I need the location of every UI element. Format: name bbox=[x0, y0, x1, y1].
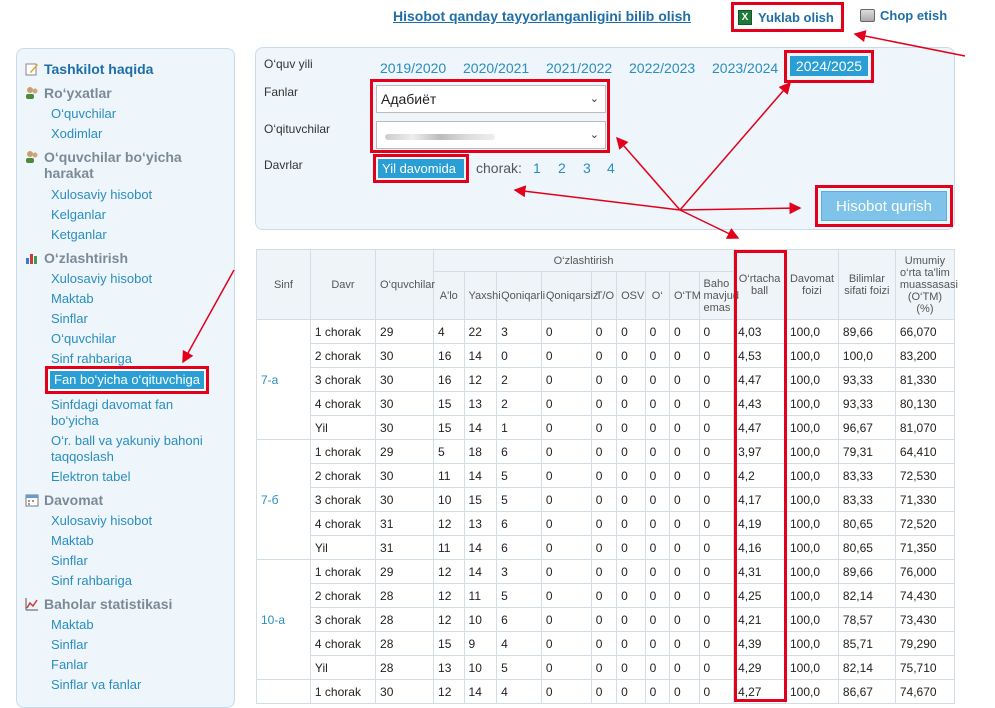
annotation-arrows bbox=[182, 30, 966, 364]
